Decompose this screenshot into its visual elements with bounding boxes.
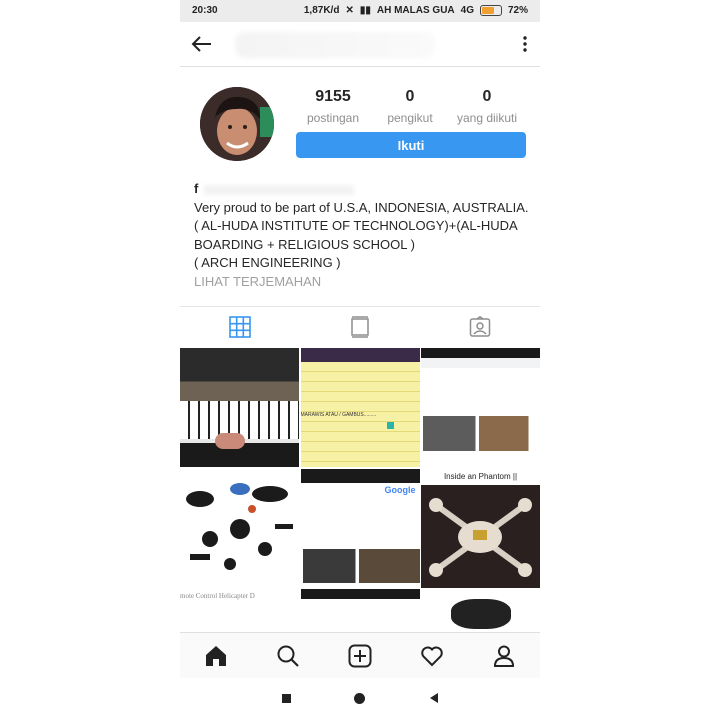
home-icon <box>206 646 226 666</box>
search-results-images <box>302 548 420 583</box>
browser-status-bar <box>421 348 540 358</box>
nav-profile[interactable] <box>468 633 540 679</box>
stat-followers-label: pengikut <box>387 111 433 125</box>
stat-following-count: 0 <box>482 88 492 105</box>
profile-icon <box>493 645 515 667</box>
status-speed: 1,87K/d <box>303 5 340 16</box>
feed-icon <box>351 316 369 338</box>
status-network: 4G <box>460 5 474 16</box>
grid-icon <box>229 316 251 338</box>
recents-icon[interactable] <box>282 694 291 703</box>
follow-button[interactable]: Ikuti <box>296 132 526 158</box>
status-carrier: AH MALAS GUA <box>376 5 455 16</box>
name-redacted <box>204 184 355 195</box>
google-logo: Google <box>384 484 416 495</box>
tab-grid[interactable] <box>180 307 300 347</box>
bio-line: BOARDING + RELIGIOUS SCHOOL ) <box>194 236 415 252</box>
username-redacted <box>235 32 435 58</box>
search-results-images <box>423 416 540 451</box>
post-thumbnail[interactable] <box>300 589 420 632</box>
status-battery: 72% <box>507 5 528 16</box>
note-app-bar <box>300 348 420 362</box>
stat-posts-label: postingan <box>306 111 360 125</box>
battery-icon <box>479 5 502 16</box>
profile-tabs <box>180 306 540 347</box>
cursor-marker <box>386 422 394 429</box>
profile-header <box>180 22 540 67</box>
tagged-icon <box>469 316 491 337</box>
nav-search[interactable] <box>252 633 324 679</box>
back-triangle-icon[interactable] <box>430 693 438 703</box>
tab-feed[interactable] <box>300 307 420 347</box>
bio-line: ( ARCH ENGINEERING ) <box>194 255 341 270</box>
post-thumbnail[interactable]: Google <box>300 468 420 588</box>
browser-url-bar <box>421 358 540 368</box>
bottom-nav <box>180 632 540 679</box>
post-thumbnail[interactable]: Inside an Phantom || <box>421 468 540 588</box>
arrow-left-icon[interactable] <box>190 32 214 56</box>
tab-tagged[interactable] <box>420 307 540 347</box>
post-thumbnail[interactable] <box>180 468 299 588</box>
vertical-dots-icon[interactable] <box>522 36 528 52</box>
system-nav-bar <box>180 678 540 720</box>
status-time: 20:30 <box>192 5 218 16</box>
mute-icon: ✕ <box>345 5 354 16</box>
bio-line: Very proud to be part of U.S.A, INDONESI… <box>194 199 529 215</box>
post-thumbnail[interactable]: MARAWIS ATAU / GAMBUS......... <box>300 348 420 467</box>
stat-followers[interactable]: 0 pengikut <box>372 88 448 125</box>
post-thumbnail[interactable] <box>421 348 540 467</box>
avatar-face-icon <box>200 87 274 161</box>
add-post-icon <box>348 644 372 668</box>
stat-posts[interactable]: 9155 postingan <box>295 88 371 125</box>
post-title: Inside an Phantom || <box>421 468 540 485</box>
helicopter-image <box>451 599 511 629</box>
post-thumbnail[interactable] <box>180 348 299 467</box>
home-circle-icon[interactable] <box>354 693 365 704</box>
see-translation-link[interactable]: LIHAT TERJEMAHAN <box>194 273 529 292</box>
browser-status-bar <box>300 468 420 483</box>
drone-parts-image <box>180 468 299 588</box>
heart-icon <box>421 646 443 667</box>
profile-bio: f Very proud to be part of U.S.A, INDONE… <box>194 180 529 291</box>
profile-stats: 9155 postingan 0 pengikut 0 yang diikuti <box>295 88 525 125</box>
profile-name: f <box>194 180 529 199</box>
drone-interior-image <box>421 484 540 588</box>
posts-grid: MARAWIS ATAU / GAMBUS......... Google In… <box>180 348 540 632</box>
post-thumbnail[interactable]: mote Control Helicapter D <box>180 589 299 632</box>
nav-add-post[interactable] <box>324 633 396 679</box>
note-text: MARAWIS ATAU / GAMBUS......... <box>300 412 377 418</box>
nav-activity[interactable] <box>396 633 468 679</box>
phone-screen: 20:30 1,87K/d ✕ ▮▮ AH MALAS GUA 4G 72% 9… <box>180 0 540 720</box>
profile-name-initial: f <box>194 181 199 196</box>
status-bar: 20:30 1,87K/d ✕ ▮▮ AH MALAS GUA 4G 72% <box>180 0 540 22</box>
status-right: 1,87K/d ✕ ▮▮ AH MALAS GUA 4G 72% <box>304 5 528 16</box>
avatar[interactable] <box>200 87 274 161</box>
post-thumbnail[interactable] <box>421 589 540 632</box>
stat-following-label: yang diikuti <box>456 111 518 125</box>
search-icon <box>277 645 299 667</box>
bio-line: ( AL-HUDA INSTITUTE OF TECHNOLOGY)+(AL-H… <box>194 218 518 233</box>
post-caption-text: mote Control Helicapter D <box>180 592 255 600</box>
nav-home[interactable] <box>180 633 252 679</box>
stat-posts-count: 9155 <box>315 88 351 105</box>
browser-status-bar <box>300 589 420 599</box>
hand-image <box>215 433 245 449</box>
stat-followers-count: 0 <box>405 88 415 105</box>
signal-icon: ▮▮ <box>359 5 371 16</box>
stat-following[interactable]: 0 yang diikuti <box>449 88 525 125</box>
